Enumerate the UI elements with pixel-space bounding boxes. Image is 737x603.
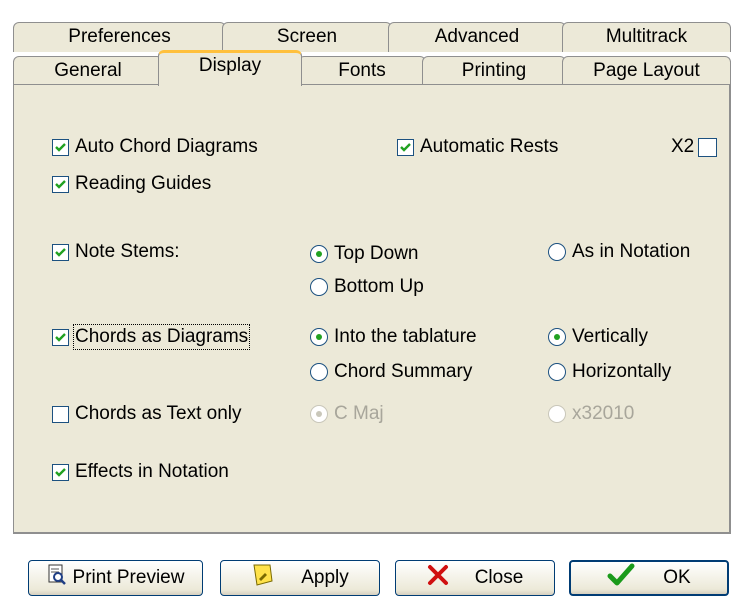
tab-label: Printing [461, 60, 527, 81]
radio-label: Bottom Up [334, 276, 424, 297]
checkbox-box [52, 175, 69, 193]
close-button[interactable]: Close [395, 560, 555, 596]
print-preview-icon [47, 564, 73, 592]
checkbox-label: Chords as Diagrams [72, 324, 251, 350]
checkbox-box [52, 138, 69, 156]
close-icon [427, 564, 455, 592]
radio-label: C Maj [334, 403, 384, 424]
checkbox-box [52, 328, 69, 346]
tab-label: Advanced [434, 26, 520, 47]
radio-label: Top Down [334, 243, 419, 264]
apply-icon [251, 563, 283, 593]
checkbox-label: Chords as Text only [75, 403, 242, 424]
vertically-radio[interactable]: Vertically [548, 325, 648, 349]
reading-guides-checkbox[interactable]: Reading Guides [52, 172, 211, 196]
radio-label: x32010 [572, 403, 635, 424]
checkbox-box [52, 463, 69, 481]
button-label: Close [474, 567, 524, 588]
checkbox-label: Note Stems: [75, 241, 180, 262]
auto-chord-diagrams-checkbox[interactable]: Auto Chord Diagrams [52, 135, 258, 159]
tab-label: Display [198, 55, 262, 76]
c-maj-radio[interactable]: C Maj [310, 402, 384, 426]
automatic-rests-checkbox[interactable]: Automatic Rests [397, 135, 558, 159]
bottom-up-radio[interactable]: Bottom Up [310, 275, 424, 299]
horizontally-radio[interactable]: Horizontally [548, 360, 671, 384]
tab-general[interactable]: General [13, 56, 163, 85]
effects-in-notation-checkbox[interactable]: Effects in Notation [52, 460, 229, 484]
checkbox-box [52, 243, 69, 261]
note-stems-checkbox[interactable]: Note Stems: [52, 240, 180, 264]
tab-advanced[interactable]: Advanced [388, 22, 566, 52]
print-preview-button[interactable]: Print Preview [28, 560, 203, 596]
radio-circle [548, 243, 566, 261]
x2-checkbox[interactable]: X2 [671, 135, 718, 159]
x32010-radio[interactable]: x32010 [548, 402, 634, 426]
checkbox-box [397, 138, 414, 156]
button-label: OK [663, 567, 691, 588]
tab-label: Multitrack [605, 26, 688, 47]
tab-preferences[interactable]: Preferences [13, 22, 226, 52]
radio-circle [548, 405, 566, 423]
radio-circle [548, 328, 566, 346]
into-tablature-radio[interactable]: Into the tablature [310, 325, 477, 349]
tab-page-layout[interactable]: Page Layout [562, 56, 731, 85]
tab-fonts[interactable]: Fonts [298, 56, 426, 85]
top-down-radio[interactable]: Top Down [310, 242, 419, 266]
button-label: Print Preview [72, 567, 185, 588]
tab-label: Screen [276, 26, 338, 47]
tab-label: Preferences [68, 26, 171, 47]
chord-summary-radio[interactable]: Chord Summary [310, 360, 472, 384]
as-in-notation-radio[interactable]: As in Notation [548, 240, 690, 264]
checkbox-box [52, 405, 69, 423]
radio-circle [310, 245, 328, 263]
checkbox-label: Auto Chord Diagrams [75, 136, 258, 157]
chords-as-text-only-checkbox[interactable]: Chords as Text only [52, 402, 242, 426]
apply-button[interactable]: Apply [220, 560, 380, 596]
radio-label: Chord Summary [334, 361, 473, 382]
radio-label: Vertically [572, 326, 649, 347]
tab-display[interactable]: Display [158, 50, 302, 86]
checkmark-icon [607, 563, 641, 593]
checkbox-label: Reading Guides [75, 173, 212, 194]
radio-label: Horizontally [572, 361, 672, 382]
tab-screen[interactable]: Screen [222, 22, 392, 52]
tab-label: Page Layout [593, 60, 700, 81]
tab-multitrack[interactable]: Multitrack [562, 22, 731, 52]
checkbox-label: X2 [671, 136, 695, 157]
radio-circle [310, 405, 328, 423]
radio-label: As in Notation [572, 241, 691, 262]
checkbox-label: Effects in Notation [75, 461, 229, 482]
tab-label: General [54, 60, 122, 81]
ok-button[interactable]: OK [569, 560, 729, 596]
tab-label: Fonts [338, 60, 386, 81]
radio-circle [310, 278, 328, 296]
tab-printing[interactable]: Printing [422, 56, 566, 85]
radio-circle [548, 363, 566, 381]
checkbox-box [698, 137, 718, 157]
radio-circle [310, 328, 328, 346]
radio-label: Into the tablature [334, 326, 477, 347]
chords-as-diagrams-checkbox[interactable]: Chords as Diagrams [52, 324, 251, 350]
button-label: Apply [301, 567, 349, 588]
radio-circle [310, 363, 328, 381]
checkbox-label: Automatic Rests [420, 136, 559, 157]
